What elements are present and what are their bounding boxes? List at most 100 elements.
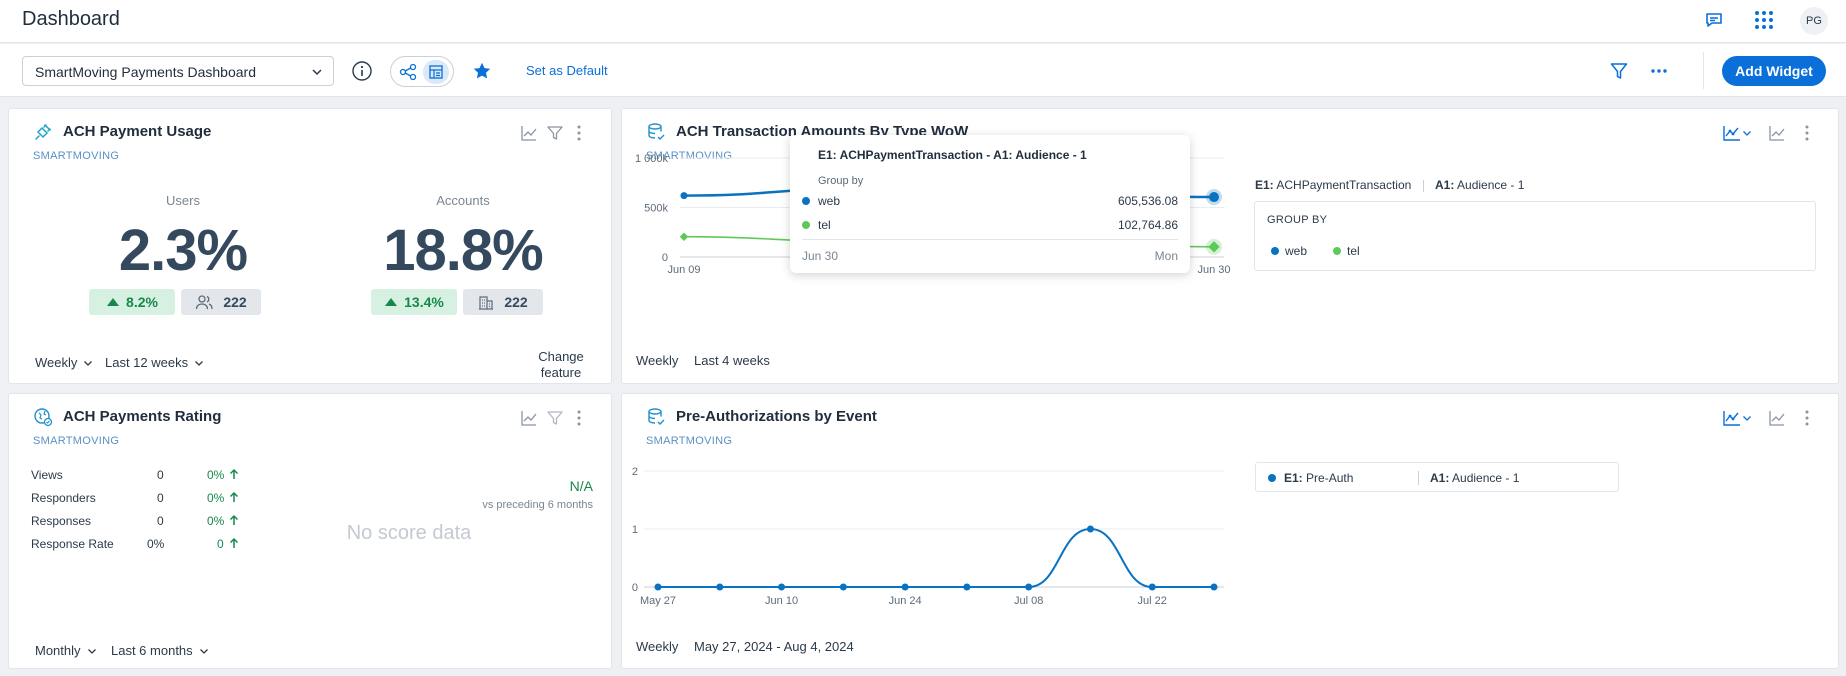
accounts-label: Accounts [436, 193, 490, 208]
legend-a1-key: A1: [1435, 178, 1455, 192]
period-dropdown[interactable]: Weekly [35, 355, 93, 370]
avatar[interactable]: PG [1800, 7, 1828, 35]
line-chart-icon[interactable] [519, 408, 539, 428]
data-point-pre-auth [654, 583, 662, 591]
top-bar: Dashboard PG [0, 0, 1846, 43]
chevron-down-icon [87, 648, 96, 654]
arrow-up-icon [107, 298, 120, 306]
apps-grid-icon[interactable] [1752, 8, 1776, 32]
y-tick-label: 1 000k [635, 153, 669, 165]
arrow-up-icon [229, 468, 239, 479]
more-horizontal-icon[interactable] [1647, 59, 1671, 83]
more-vertical-icon[interactable] [569, 123, 589, 143]
tooltip-day: Mon [1154, 249, 1178, 263]
ach-payments-rating-card: ACH Payments Rating SMARTMOVING Views 0 … [8, 393, 612, 669]
legend-a1-value: Audience - 1 [1457, 178, 1525, 192]
group-by-label: GROUP BY [1267, 214, 1328, 226]
ach-payment-usage-card: ACH Payment Usage SMARTMOVING Users 2.3%… [8, 108, 612, 384]
chart-type-icon[interactable] [1722, 408, 1742, 428]
chevron-down-icon [199, 648, 208, 654]
users-count-value: 222 [223, 294, 247, 310]
row-change: 0 [217, 537, 224, 551]
chart-tooltip: E1: ACHPaymentTransaction - A1: Audience… [790, 135, 1190, 273]
range-dropdown[interactable]: Last 12 weeks [105, 355, 204, 370]
filter-icon[interactable] [545, 408, 565, 428]
legend-separator [1422, 179, 1424, 192]
series-dot-icon [1268, 474, 1276, 482]
row-value: 0 [157, 468, 164, 482]
change-feature-line-1: Change [538, 349, 584, 364]
dashboard-toolbar: SmartMoving Payments Dashboard Set as De… [0, 44, 1846, 97]
x-tick-label: Jun 10 [765, 595, 798, 607]
arrow-up-icon [385, 298, 398, 306]
users-change-value: 8.2% [126, 294, 158, 310]
data-point-pre-auth [778, 583, 786, 591]
info-icon[interactable] [350, 59, 374, 83]
row-value: 0 [157, 514, 164, 528]
add-widget-button[interactable]: Add Widget [1722, 56, 1826, 86]
pre-auth-legend[interactable]: E1: Pre-Auth A1: Audience - 1 [1255, 462, 1619, 492]
more-vertical-icon[interactable] [1797, 408, 1817, 428]
group-by-legend: GROUP BY web tel [1254, 201, 1816, 271]
tooltip-web-label: web [818, 194, 841, 208]
rating-row-responses: Responses 0 0% [31, 514, 251, 534]
legend-item-web[interactable]: web [1271, 244, 1307, 258]
change-feature-link[interactable]: Change feature [521, 349, 601, 381]
accounts-change-value: 13.4% [404, 294, 444, 310]
layout-icon[interactable] [423, 60, 449, 84]
x-tick-label: May 27 [640, 595, 676, 607]
legend-tel-label: tel [1347, 244, 1360, 258]
web-dot-icon [802, 197, 810, 205]
chart-legend-header: E1: ACHPaymentTransaction A1: Audience -… [1255, 178, 1524, 192]
rating-row-responders: Responders 0 0% [31, 491, 251, 511]
chart-type-icon[interactable] [1722, 123, 1742, 143]
y-tick-label: 1 [632, 524, 638, 536]
row-value: 0% [147, 537, 165, 551]
dashboard-select[interactable]: SmartMoving Payments Dashboard [22, 56, 334, 86]
line-chart-icon[interactable] [519, 123, 539, 143]
chevron-down-icon[interactable] [1741, 123, 1753, 143]
range-dropdown[interactable]: Last 6 months [111, 643, 209, 658]
range-value: Last 12 weeks [105, 355, 189, 370]
arrow-up-icon [229, 514, 239, 525]
building-icon [479, 296, 494, 310]
period-label: Weekly [636, 353, 679, 368]
row-change: 0% [207, 468, 225, 482]
toolbar-divider [1703, 52, 1704, 89]
x-tick-label: Jul 22 [1138, 595, 1167, 607]
page-title: Dashboard [22, 8, 120, 30]
legend-e1-value: ACHPaymentTransaction [1276, 178, 1412, 192]
card-subtitle: SMARTMOVING [33, 435, 120, 447]
star-icon[interactable] [470, 59, 494, 83]
rating-row-views: Views 0 0% [31, 468, 251, 488]
filter-icon[interactable] [545, 123, 565, 143]
period-label: Weekly [636, 639, 679, 654]
legend-e1-key: E1: [1255, 178, 1274, 192]
row-value: 0 [157, 491, 164, 505]
data-point-tel [679, 232, 689, 241]
more-vertical-icon[interactable] [1797, 123, 1817, 143]
period-value: Monthly [35, 643, 81, 658]
users-change-badge: 8.2% [89, 289, 175, 315]
set-as-default-link[interactable]: Set as Default [526, 63, 608, 78]
chevron-down-icon[interactable] [1741, 408, 1753, 428]
more-vertical-icon[interactable] [569, 408, 589, 428]
legend-item-tel[interactable]: tel [1333, 244, 1360, 258]
row-label: Responses [31, 514, 92, 528]
tooltip-tel-label: tel [818, 218, 831, 232]
dashboard-select-value: SmartMoving Payments Dashboard [35, 64, 256, 80]
line-chart-icon[interactable] [1767, 123, 1787, 143]
period-dropdown[interactable]: Monthly [35, 643, 97, 658]
chevron-down-icon [84, 360, 93, 366]
legend-a1-value: Audience - 1 [1452, 471, 1520, 485]
legend-e1: E1: Pre-Auth [1284, 471, 1353, 485]
x-tick-label: Jun 30 [1197, 264, 1230, 276]
chat-icon[interactable] [1702, 8, 1726, 32]
line-chart-icon[interactable] [1767, 408, 1787, 428]
legend-e1-value: Pre-Auth [1306, 471, 1354, 485]
data-point-web [680, 192, 688, 200]
data-point-pre-auth [901, 583, 909, 591]
filter-icon[interactable] [1607, 59, 1631, 83]
users-label: Users [166, 193, 200, 208]
share-icon[interactable] [395, 60, 421, 84]
